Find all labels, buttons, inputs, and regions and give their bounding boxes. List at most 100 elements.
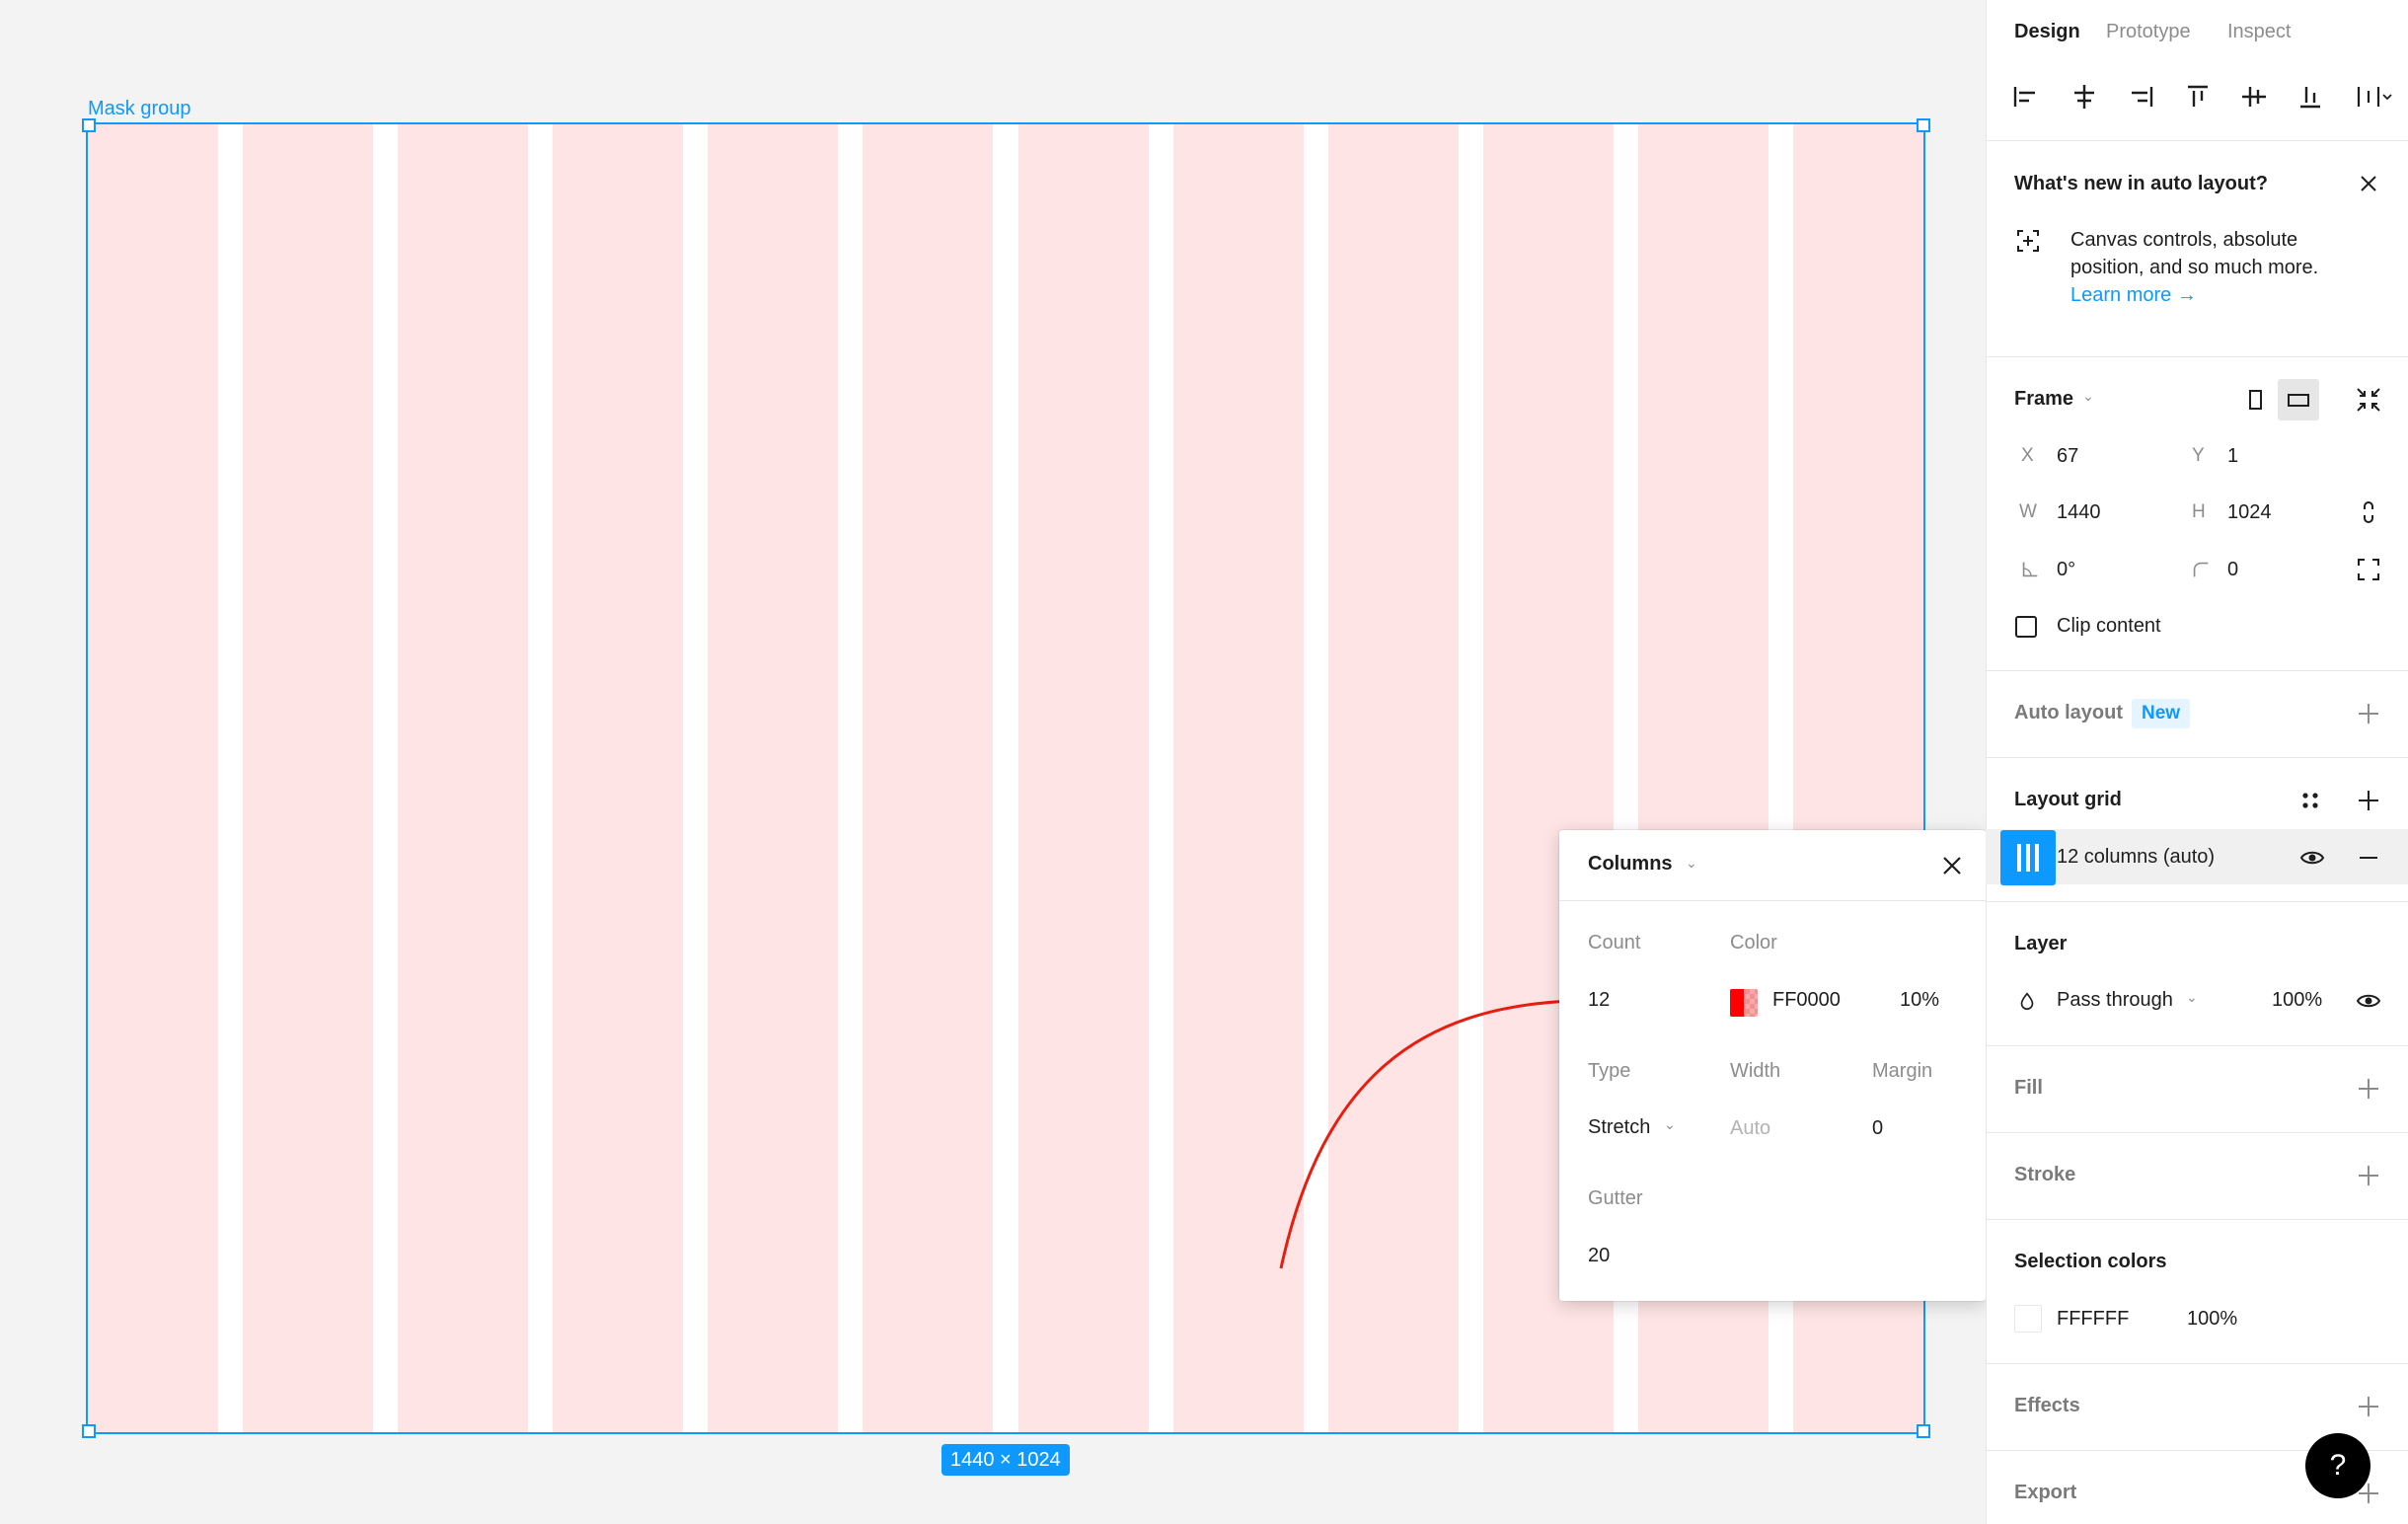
h-label: H: [2192, 501, 2206, 522]
clip-content-checkbox[interactable]: [2015, 616, 2037, 638]
chevron-down-icon[interactable]: ⌄: [2186, 989, 2198, 1006]
corner-radius-icon: [2193, 562, 2209, 577]
resize-to-fit-icon[interactable]: [2353, 384, 2384, 416]
color-swatch-tint: [1744, 989, 1758, 1017]
chevron-down-icon[interactable]: ⌄: [1664, 1116, 1676, 1133]
resize-handle-top-right[interactable]: [1917, 118, 1930, 132]
chevron-down-icon[interactable]: ⌄: [2082, 388, 2094, 405]
y-input[interactable]: 1: [2227, 445, 2238, 468]
blend-mode-icon: [2020, 992, 2034, 1010]
align-top-icon[interactable]: [2180, 79, 2216, 114]
y-label: Y: [2192, 445, 2205, 466]
learn-more-link[interactable]: Learn more →: [2070, 284, 2197, 307]
distribute-spacing-icon[interactable]: [2349, 79, 2396, 114]
close-icon[interactable]: [1936, 850, 1968, 881]
type-dropdown[interactable]: Stretch: [1588, 1116, 1650, 1139]
align-right-icon[interactable]: [2124, 79, 2159, 114]
whats-new-body-line-2: position, and so much more.: [2070, 257, 2319, 278]
selection-color-opacity[interactable]: 100%: [2187, 1308, 2237, 1331]
section-divider: [1986, 1045, 2408, 1046]
width-input[interactable]: Auto: [1730, 1117, 1770, 1140]
help-button[interactable]: ?: [2305, 1433, 2370, 1498]
x-input[interactable]: 67: [2057, 445, 2078, 468]
independent-corners-icon[interactable]: [2355, 556, 2382, 583]
count-label: Count: [1588, 932, 1641, 953]
portrait-frame-icon[interactable]: [2234, 379, 2276, 420]
eye-icon[interactable]: [2355, 987, 2382, 1015]
color-hex-input[interactable]: FF0000: [1772, 989, 1841, 1012]
grid-column: [553, 124, 684, 1432]
height-input[interactable]: 1024: [2227, 501, 2272, 524]
auto-layout-canvas-icon: [2017, 230, 2039, 252]
new-badge: New: [2132, 699, 2191, 728]
chevron-down-icon[interactable]: ⌄: [1686, 855, 1697, 872]
grid-column: [1017, 124, 1149, 1432]
section-divider: [1986, 1132, 2408, 1133]
align-horizontal-center-icon[interactable]: [2067, 79, 2102, 114]
x-label: X: [2021, 445, 2034, 466]
tab-prototype[interactable]: Prototype: [2106, 21, 2191, 43]
color-opacity-input[interactable]: 10%: [1900, 989, 1939, 1012]
section-divider: [1986, 1219, 2408, 1220]
selection-colors-title: Selection colors: [2014, 1251, 2167, 1272]
clip-content-label: Clip content: [2057, 615, 2161, 637]
layout-grid-item-label[interactable]: 12 columns (auto): [2057, 846, 2215, 869]
align-bottom-icon[interactable]: [2293, 79, 2328, 114]
gutter-input[interactable]: 20: [1588, 1245, 1610, 1267]
blend-mode-dropdown[interactable]: Pass through: [2057, 989, 2173, 1012]
layer-title: Layer: [2014, 933, 2068, 954]
grid-type-dropdown[interactable]: Columns: [1588, 853, 1673, 876]
margin-input[interactable]: 0: [1872, 1117, 1883, 1140]
add-stroke-icon[interactable]: [2355, 1162, 2382, 1189]
align-left-icon[interactable]: [2007, 79, 2043, 114]
add-auto-layout-icon[interactable]: [2355, 700, 2382, 727]
corner-radius-input[interactable]: 0: [2227, 559, 2238, 581]
add-layout-grid-icon[interactable]: [2355, 787, 2382, 814]
color-swatch-solid: [1730, 989, 1744, 1017]
add-effect-icon[interactable]: [2355, 1393, 2382, 1420]
section-divider: [1986, 901, 2408, 902]
section-divider: [1986, 757, 2408, 758]
count-input[interactable]: 12: [1588, 989, 1610, 1012]
add-fill-icon[interactable]: [2355, 1075, 2382, 1103]
grid-column: [243, 124, 374, 1432]
effects-title: Effects: [2014, 1395, 2080, 1416]
grid-column: [708, 124, 839, 1432]
columns-grid-icon[interactable]: [2000, 830, 2056, 885]
grid-styles-icon[interactable]: [2296, 787, 2324, 814]
type-label: Type: [1588, 1060, 1631, 1082]
remove-layout-grid-icon[interactable]: [2355, 844, 2382, 872]
w-label: W: [2019, 501, 2037, 522]
popover-header: Columns ⌄: [1559, 830, 1986, 901]
selection-color-swatch[interactable]: [2014, 1305, 2042, 1333]
export-title: Export: [2014, 1482, 2077, 1503]
align-vertical-center-icon[interactable]: [2236, 79, 2272, 114]
frame-label[interactable]: Mask group: [88, 98, 191, 120]
width-label: Width: [1730, 1060, 1781, 1082]
frame-section-title[interactable]: Frame: [2014, 388, 2073, 411]
grid-column: [863, 124, 994, 1432]
eye-icon[interactable]: [2298, 844, 2326, 872]
selection-color-hex[interactable]: FFFFFF: [2057, 1308, 2129, 1331]
tab-design[interactable]: Design: [2014, 21, 2080, 43]
rotation-input[interactable]: 0°: [2057, 559, 2075, 581]
whats-new-body-line-1: Canvas controls, absolute: [2070, 229, 2298, 251]
close-icon[interactable]: [2355, 170, 2382, 197]
frame-size-badge: 1440 × 1024: [941, 1444, 1070, 1476]
grid-column: [1327, 124, 1459, 1432]
margin-label: Margin: [1872, 1060, 1933, 1082]
resize-handle-top-left[interactable]: [82, 118, 96, 132]
tab-inspect[interactable]: Inspect: [2227, 21, 2291, 43]
color-label: Color: [1730, 932, 1777, 953]
width-input[interactable]: 1440: [2057, 501, 2101, 524]
stroke-title: Stroke: [2014, 1164, 2076, 1185]
rotation-icon: [2022, 562, 2038, 577]
grid-column: [88, 124, 219, 1432]
resize-handle-bottom-right[interactable]: [1917, 1424, 1930, 1438]
layer-opacity-input[interactable]: 100%: [2272, 989, 2322, 1012]
section-divider: [1986, 140, 2408, 141]
color-swatch[interactable]: [1730, 989, 1758, 1017]
section-divider: [1986, 670, 2408, 671]
constrain-proportions-icon[interactable]: [2355, 498, 2382, 526]
resize-handle-bottom-left[interactable]: [82, 1424, 96, 1438]
